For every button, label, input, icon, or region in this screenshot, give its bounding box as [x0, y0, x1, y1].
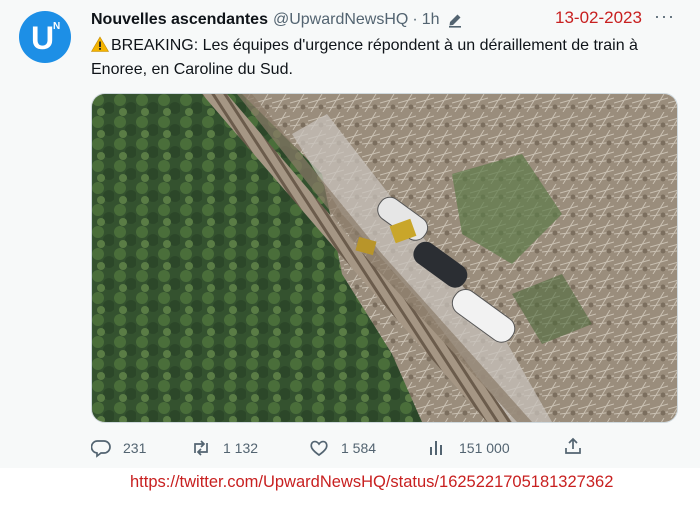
author-handle[interactable]: @UpwardNewsHQ: [273, 11, 408, 29]
action-bar: 231 1 132 1 584 151 000: [91, 438, 591, 460]
tweet-text: BREAKING: Les équipes d'urgence réponden…: [91, 34, 671, 82]
views-count: 151 000: [459, 440, 510, 456]
tweet-header: Nouvelles ascendantes @UpwardNewsHQ · 1h: [91, 9, 463, 31]
author-name[interactable]: Nouvelles ascendantes: [91, 11, 268, 29]
reply-count: 231: [123, 440, 147, 456]
date-overlay: 13-02-2023: [555, 8, 642, 27]
separator: ·: [412, 11, 418, 28]
tweet-card[interactable]: U N Nouvelles ascendantes @UpwardNewsHQ …: [0, 0, 700, 468]
timestamp[interactable]: 1h: [422, 11, 440, 29]
avatar-letter-small: N: [53, 21, 61, 32]
warning-icon: [91, 36, 109, 52]
views-icon: [430, 441, 442, 455]
retweet-button[interactable]: 1 132: [191, 438, 258, 458]
pen-icon[interactable]: [447, 12, 463, 28]
retweet-count: 1 132: [223, 440, 259, 456]
views-button[interactable]: 151 000: [427, 438, 510, 458]
share-icon[interactable]: [563, 436, 583, 456]
tweet-photo[interactable]: [91, 93, 678, 423]
retweet-icon: [194, 440, 208, 456]
like-button[interactable]: 1 584: [309, 438, 376, 458]
like-count: 1 584: [341, 440, 377, 456]
like-icon: [310, 440, 328, 457]
source-url[interactable]: https://twitter.com/UpwardNewsHQ/status/…: [130, 473, 613, 492]
tweet-body: BREAKING: Les équipes d'urgence réponden…: [91, 37, 638, 78]
avatar-letter: U: [31, 20, 55, 56]
reply-button[interactable]: 231: [91, 438, 146, 458]
avatar[interactable]: U N: [19, 11, 71, 63]
aerial-train-derailment-photo: [92, 94, 677, 422]
reply-icon: [91, 440, 111, 458]
more-icon[interactable]: ···: [654, 6, 675, 27]
